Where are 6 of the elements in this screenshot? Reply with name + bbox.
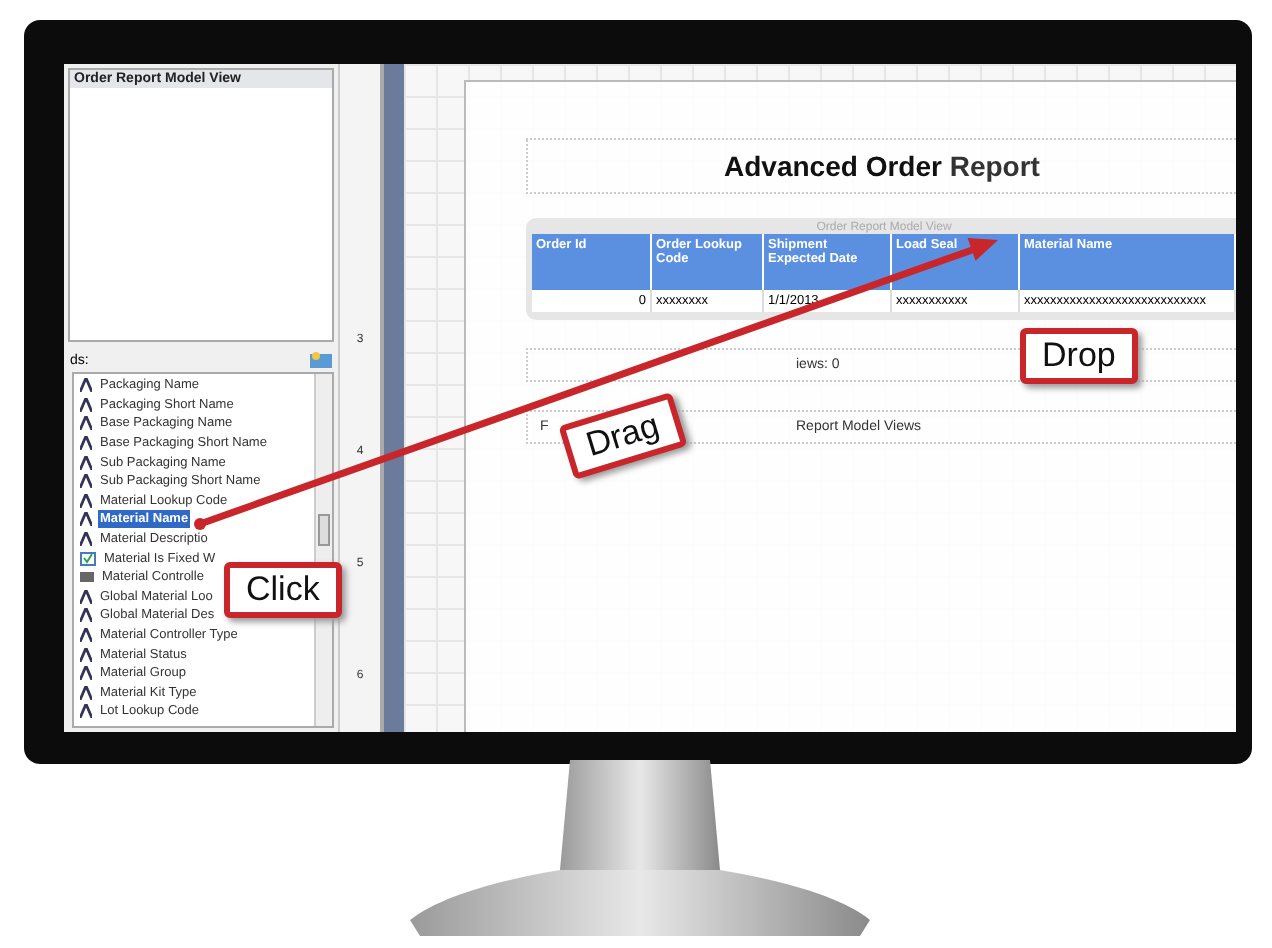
number-icon [80,572,94,583]
report-title: Advanced Order Report [724,150,1040,182]
callout-tooltip: Click [224,562,342,618]
folder-icon [310,352,332,368]
callout-tooltip: Drop [1020,328,1138,384]
checkbox-icon [80,551,96,566]
